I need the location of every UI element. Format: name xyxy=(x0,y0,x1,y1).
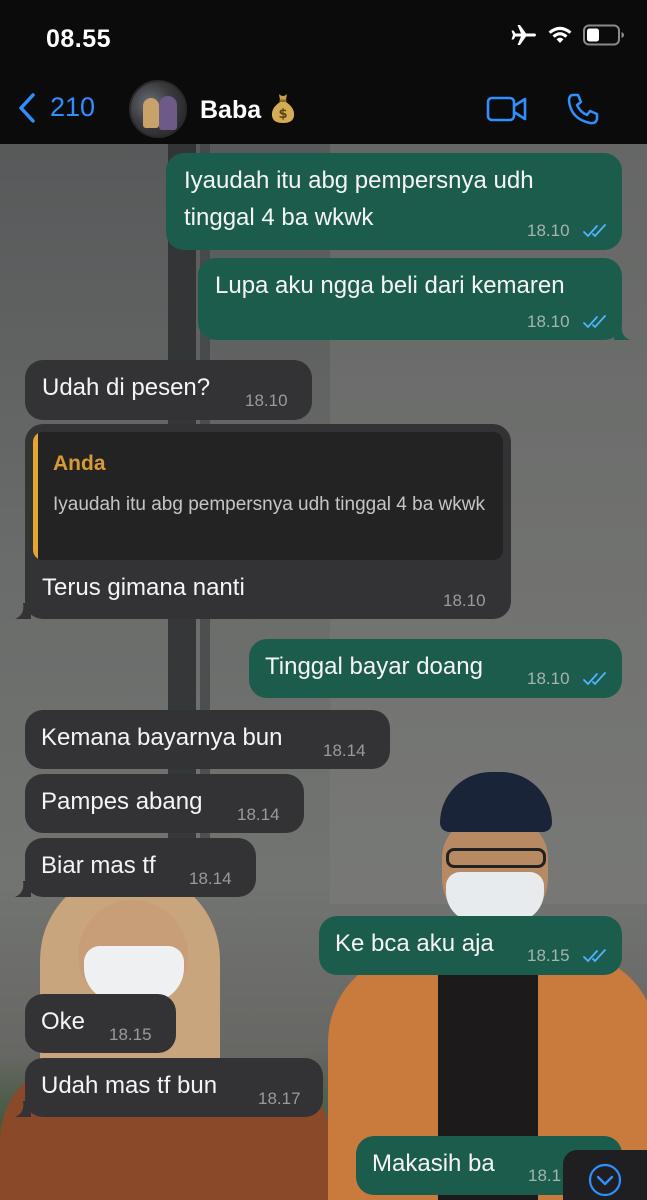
message-time: 18.14 xyxy=(237,805,280,824)
message-text: Ke bca aku aja xyxy=(335,930,494,957)
avatar[interactable] xyxy=(129,80,187,138)
chat-area[interactable]: Iyaudah itu abg pempersnya udh tinggal 4… xyxy=(0,144,647,1200)
message-text: Lupa aku ngga beli dari kemaren xyxy=(215,272,565,299)
message-text: Udah di pesen? xyxy=(42,374,211,401)
message-incoming[interactable]: Oke 18.15 xyxy=(25,994,176,1053)
message-text: Oke xyxy=(41,1008,86,1035)
contact-name[interactable]: Baba xyxy=(200,96,261,125)
message-incoming-reply[interactable]: Anda Iyaudah itu abg pempersnya udh ting… xyxy=(25,424,511,619)
message-time: 18.10 xyxy=(527,669,570,688)
quoted-message[interactable]: Anda Iyaudah itu abg pempersnya udh ting… xyxy=(33,432,503,560)
message-text: Udah mas tf bun xyxy=(41,1072,218,1099)
status-icons xyxy=(511,24,625,46)
battery-icon xyxy=(583,24,624,46)
message-time: 18.15 xyxy=(109,1025,152,1044)
status-bar: 08.55 xyxy=(0,0,647,78)
message-outgoing[interactable]: Ke bca aku aja 18.15 xyxy=(319,916,622,975)
message-time: 18.10 xyxy=(245,391,288,410)
message-incoming[interactable]: Udah di pesen? 18.10 xyxy=(25,360,312,420)
message-text: tinggal 4 ba wkwk xyxy=(184,204,374,231)
message-text: Terus gimana nanti xyxy=(42,574,245,601)
message-time: 18.17 xyxy=(258,1089,301,1108)
message-text: Pampes abang xyxy=(41,788,203,815)
message-text: Iyaudah itu abg pempersnya udh xyxy=(184,167,534,194)
status-time: 08.55 xyxy=(46,25,112,53)
message-incoming[interactable]: Pampes abang 18.14 xyxy=(25,774,304,833)
airplane-icon xyxy=(511,25,536,45)
read-ticks-icon xyxy=(583,224,606,238)
message-time: 18.10 xyxy=(527,221,570,240)
bubble-tail xyxy=(614,324,630,340)
chevron-left-icon xyxy=(19,92,35,123)
message-time: 18.10 xyxy=(443,591,486,610)
video-call-icon[interactable] xyxy=(486,95,528,123)
message-outgoing[interactable]: Iyaudah itu abg pempersnya udh tinggal 4… xyxy=(166,153,622,250)
message-time: 18.1 xyxy=(528,1166,562,1185)
chevron-down-icon xyxy=(588,1163,622,1197)
quote-text: Iyaudah itu abg pempersnya udh tinggal 4… xyxy=(53,494,485,515)
message-outgoing[interactable]: Tinggal bayar doang 18.10 xyxy=(249,639,622,698)
message-incoming[interactable]: Biar mas tf 18.14 xyxy=(25,838,256,897)
read-ticks-icon xyxy=(583,672,606,686)
message-text: Biar mas tf xyxy=(41,852,156,879)
message-outgoing[interactable]: Lupa aku ngga beli dari kemaren 18.10 xyxy=(198,258,622,340)
wifi-icon xyxy=(548,26,572,43)
back-button[interactable]: 210 xyxy=(18,92,95,123)
quote-author: Anda xyxy=(53,452,106,475)
scroll-to-bottom-button[interactable] xyxy=(563,1150,647,1200)
phone-icon[interactable] xyxy=(566,92,600,126)
chat-header: 210 Baba $ xyxy=(0,78,647,144)
quote-bar xyxy=(33,432,38,560)
svg-text:$: $ xyxy=(278,107,287,122)
message-time: 18.15 xyxy=(527,946,570,965)
message-incoming[interactable]: Kemana bayarnya bun 18.14 xyxy=(25,710,390,769)
money-bag-icon: $ xyxy=(271,94,295,123)
message-text: Kemana bayarnya bun xyxy=(41,724,283,751)
back-count: 210 xyxy=(50,92,96,122)
read-ticks-icon xyxy=(583,949,606,963)
bubble-tail xyxy=(15,603,31,619)
bubble-tail xyxy=(15,1101,31,1117)
message-time: 18.14 xyxy=(323,741,366,760)
message-text: Tinggal bayar doang xyxy=(265,653,483,680)
message-time: 18.14 xyxy=(189,869,232,888)
message-incoming[interactable]: Udah mas tf bun 18.17 xyxy=(25,1058,323,1117)
message-text: Makasih ba xyxy=(372,1150,495,1177)
message-time: 18.10 xyxy=(527,312,570,331)
bubble-tail xyxy=(15,881,31,897)
read-ticks-icon xyxy=(583,315,606,329)
